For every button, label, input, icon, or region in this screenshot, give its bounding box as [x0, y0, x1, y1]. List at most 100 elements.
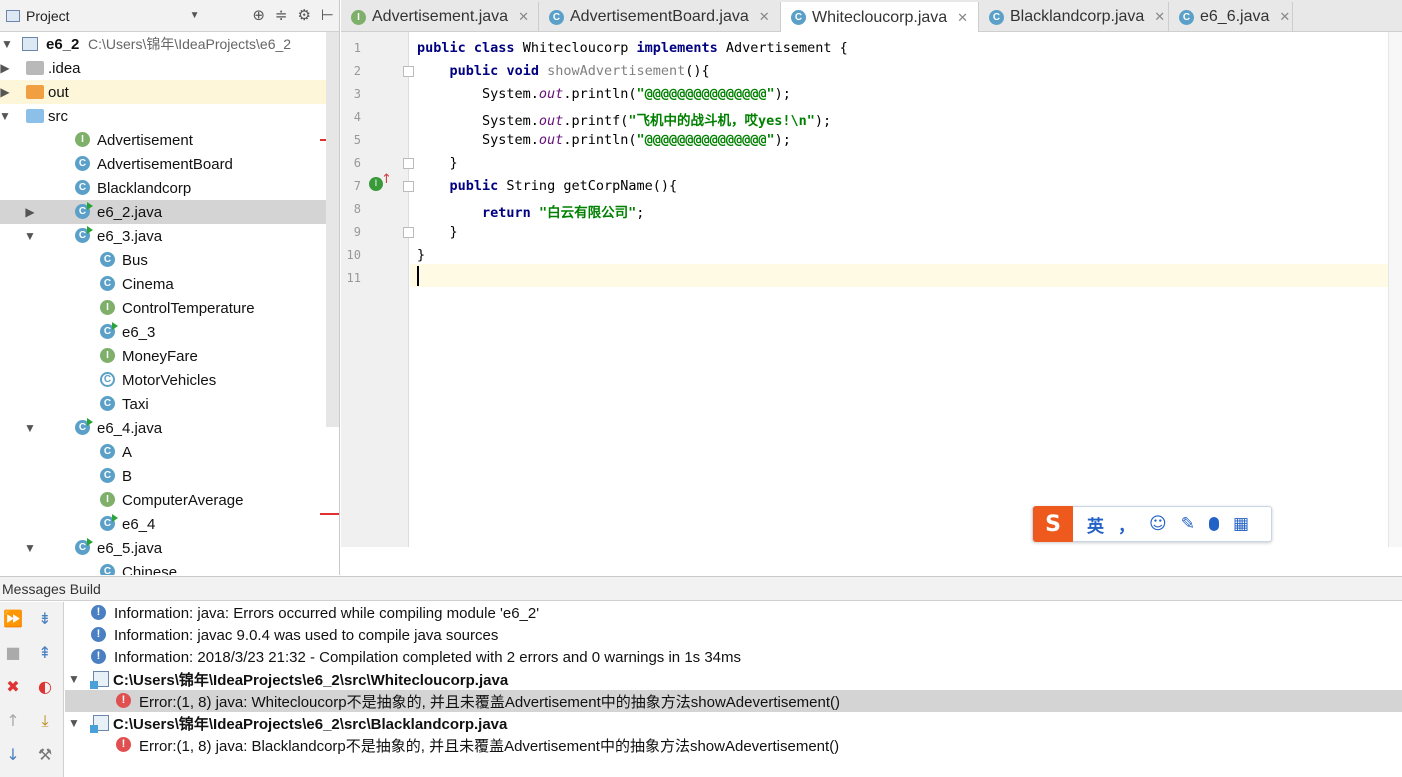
gear-icon[interactable]: ⚙: [297, 6, 310, 24]
close-icon[interactable]: ✖: [2, 676, 24, 698]
tab-advertisement[interactable]: I Advertisement.java ✕: [341, 2, 539, 32]
tree-item[interactable]: I ComputerAverage: [0, 488, 326, 512]
chevron-down-icon[interactable]: ▼: [67, 716, 81, 730]
message-text: Information: java: Errors occurred while…: [114, 604, 540, 622]
locate-icon[interactable]: ⊕: [252, 6, 265, 24]
tree-item[interactable]: C Blacklandcorp: [0, 176, 326, 200]
close-icon[interactable]: ✕: [759, 9, 770, 25]
tree-item[interactable]: C Bus: [0, 248, 326, 272]
fold-marker-icon[interactable]: [403, 66, 414, 77]
next-icon[interactable]: ↓: [2, 744, 24, 766]
tree-item[interactable]: C Taxi: [0, 392, 326, 416]
chevron-down-icon[interactable]: ▼: [0, 37, 14, 51]
tab-whitecloucorp[interactable]: C Whitecloucorp.java ✕: [781, 2, 979, 33]
project-view-selector[interactable]: Project ▼: [6, 8, 199, 24]
ime-punct-toggle[interactable]: ，: [1118, 512, 1135, 537]
tab-advertisementboard[interactable]: C AdvertisementBoard.java ✕: [539, 2, 781, 32]
toolbox-icon[interactable]: ▦: [1233, 514, 1249, 534]
tree-item[interactable]: C MotorVehicles: [0, 368, 326, 392]
export-icon[interactable]: ⤓: [34, 710, 56, 732]
chevron-down-icon[interactable]: ▼: [67, 672, 81, 686]
project-icon: [6, 9, 20, 22]
tree-item[interactable]: ▼ src: [0, 104, 326, 128]
tree-item-label: out: [48, 83, 69, 101]
tree-item[interactable]: ▶ out: [0, 80, 339, 104]
tree-item[interactable]: C Cinema: [0, 272, 326, 296]
sogou-logo-icon[interactable]: S: [1033, 506, 1073, 542]
tree-root[interactable]: ▼ e6_2 C:\Users\锦年\IdeaProjects\e6_2: [0, 32, 326, 56]
tree-item[interactable]: CA: [0, 440, 326, 464]
message-file-row[interactable]: ▼ C:\Users\锦年\IdeaProjects\e6_2\src\White…: [65, 668, 1402, 690]
tree-item[interactable]: ▼ Ce6_5.java: [0, 536, 326, 560]
tree-item[interactable]: ▶ Ce6_2.java: [0, 200, 339, 224]
fold-marker-icon[interactable]: [403, 227, 414, 238]
ime-toolbar[interactable]: S 英 ， ☺ ✎ ▦: [1032, 506, 1272, 542]
chevron-down-icon[interactable]: ▼: [190, 10, 200, 21]
chevron-right-icon[interactable]: ▶: [0, 85, 12, 99]
collapse-all-icon[interactable]: ⇞: [34, 642, 56, 664]
expand-all-icon[interactable]: ⇟: [34, 608, 56, 630]
hide-panel-icon[interactable]: ⊢: [321, 6, 334, 24]
tree-item-label: e6_5.java: [97, 539, 163, 557]
error-filter-icon[interactable]: ◐: [34, 676, 56, 698]
rerun-icon[interactable]: ⏩: [2, 608, 24, 630]
tree-item[interactable]: C Chinese: [0, 560, 326, 575]
settings-icon[interactable]: ⚒: [34, 744, 56, 766]
tab-blacklandcorp[interactable]: C Blacklandcorp.java ✕: [979, 2, 1169, 32]
message-row[interactable]: ! Information: 2018/3/23 21:32 - Compilat…: [65, 646, 1402, 668]
info-icon: !: [91, 627, 106, 642]
fold-marker-icon[interactable]: [403, 158, 414, 169]
tree-item-label: AdvertisementBoard: [97, 155, 233, 173]
handwriting-icon[interactable]: ✎: [1181, 514, 1195, 534]
tree-item[interactable]: CB: [0, 464, 326, 488]
chevron-down-icon[interactable]: ▼: [23, 421, 37, 435]
message-text: Error:(1, 8) java: Blacklandcorp不是抽象的, 并…: [139, 737, 840, 755]
overrides-arrow-icon[interactable]: ↑: [381, 172, 392, 187]
close-icon[interactable]: ✕: [1154, 9, 1165, 25]
ime-lang-toggle[interactable]: 英: [1087, 512, 1104, 537]
tab-e6_6[interactable]: Ce6_6.java ✕: [1169, 2, 1293, 32]
class-icon: C: [75, 156, 90, 171]
editor-scrollbar[interactable]: [1388, 32, 1402, 547]
code-editor[interactable]: 1 2 3 4 5 6 7 8 9 10 11 public class Whitecloucorp…: [341, 32, 1402, 575]
message-row[interactable]: ! Error:(1, 8) java: Blacklandcorp不是抽象的, …: [65, 734, 1402, 756]
chevron-right-icon[interactable]: ▶: [23, 205, 37, 219]
java-file-icon: [90, 715, 109, 733]
runnable-class-icon: C: [75, 418, 93, 435]
message-row[interactable]: ! Error:(1, 8) java: Whitecloucorp不是抽象的, …: [65, 690, 1402, 712]
chevron-down-icon[interactable]: ▼: [23, 541, 37, 555]
tree-item[interactable]: I MoneyFare: [0, 344, 326, 368]
interface-icon: I: [100, 492, 115, 507]
tree-item[interactable]: Ce6_4: [0, 512, 326, 536]
message-row[interactable]: ! Information: java: Errors occurred whil…: [65, 602, 1402, 624]
close-icon[interactable]: ✕: [957, 10, 968, 26]
tree-item[interactable]: I Advertisement: [0, 128, 326, 152]
emoji-icon[interactable]: ☺: [1149, 514, 1167, 534]
chevron-down-icon[interactable]: ▼: [0, 109, 12, 123]
messages-toolbar: ⏩ ⇟ ■ ⇞ ✖ ◐ ↑ ⤓ ↓ ⚒: [0, 602, 64, 777]
tree-item[interactable]: ▼ Ce6_4.java: [0, 416, 326, 440]
stop-icon[interactable]: ■: [2, 642, 24, 664]
line-number: 11: [346, 271, 361, 285]
microphone-icon[interactable]: [1208, 517, 1219, 531]
interface-icon: I: [351, 9, 366, 25]
project-scrollbar[interactable]: [326, 32, 339, 427]
close-icon[interactable]: ✕: [518, 9, 529, 25]
tree-item[interactable]: ▶ .idea: [0, 56, 326, 80]
tree-item[interactable]: C AdvertisementBoard: [0, 152, 326, 176]
project-panel-title: Project: [26, 7, 70, 24]
fold-marker-icon[interactable]: [403, 181, 414, 192]
previous-icon[interactable]: ↑: [2, 710, 24, 732]
message-file-row[interactable]: ▼ C:\Users\锦年\IdeaProjects\e6_2\src\Black…: [65, 712, 1402, 734]
tree-item[interactable]: Ce6_3: [0, 320, 326, 344]
tree-item-label: Advertisement: [97, 131, 193, 149]
tree-item[interactable]: ▼ Ce6_3.java: [0, 224, 326, 248]
tree-item-label: A: [122, 443, 133, 461]
tree-item-label: ControlTemperature: [122, 299, 255, 317]
tree-item[interactable]: I ControlTemperature: [0, 296, 326, 320]
chevron-right-icon[interactable]: ▶: [0, 61, 12, 75]
collapse-icon[interactable]: ≑: [275, 6, 288, 24]
chevron-down-icon[interactable]: ▼: [23, 229, 37, 243]
close-icon[interactable]: ✕: [1279, 9, 1290, 25]
message-row[interactable]: ! Information: javac 9.0.4 was used to co…: [65, 624, 1402, 646]
